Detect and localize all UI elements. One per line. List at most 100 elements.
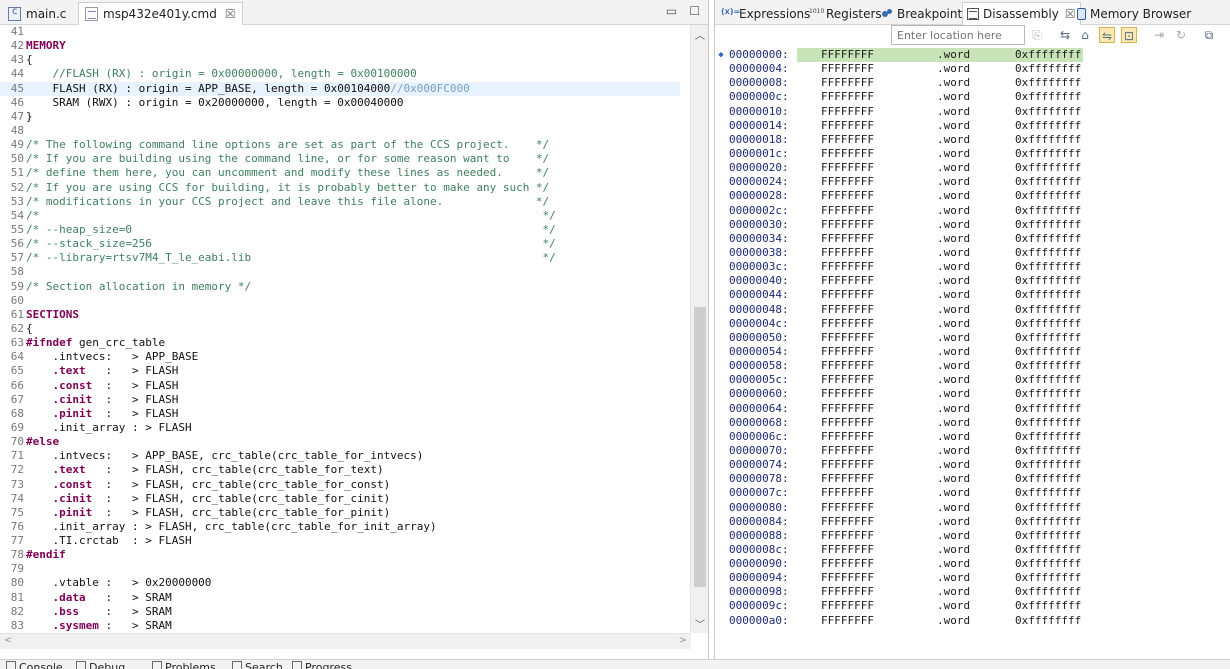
tab-memory-browser[interactable]: Memory Browser <box>1073 2 1195 25</box>
disassembly-row[interactable]: 0000004c: FFFFFFFF .word 0xffffffff <box>715 317 1215 331</box>
disassembly-row[interactable]: 00000044: FFFFFFFF .word 0xffffffff <box>715 288 1215 302</box>
location-input[interactable] <box>891 25 1025 45</box>
disassembly-listing[interactable]: ◆ 00000000: FFFFFFFF .word 0xffffffff 0000000… <box>715 48 1215 633</box>
code-line[interactable]: 52/* If you are using CCS for building, … <box>0 181 680 195</box>
disassembly-row[interactable]: 0000005c: FFFFFFFF .word 0xffffffff <box>715 373 1215 387</box>
code-line[interactable]: 80 .vtable : > 0x20000000 <box>0 576 680 590</box>
code-editor[interactable]: 41 42 MEMORY 43{44 //FLASH (RX) : origin = … <box>0 25 680 633</box>
disassembly-row[interactable]: 00000080: FFFFFFFF .word 0xffffffff <box>715 501 1215 515</box>
code-line[interactable]: 55/* --heap_size=0 */ <box>0 223 680 237</box>
disassembly-row[interactable]: 00000048: FFFFFFFF .word 0xffffffff <box>715 303 1215 317</box>
code-line[interactable]: 69 .init_array : > FLASH <box>0 421 680 435</box>
scroll-left-icon[interactable]: < <box>4 635 12 646</box>
code-line[interactable]: 74 .cinit : > FLASH, crc_table(crc_table… <box>0 492 680 506</box>
disassembly-row[interactable]: 00000014: FFFFFFFF .word 0xffffffff <box>715 119 1215 133</box>
go-icon[interactable]: ⎘ <box>1029 27 1045 43</box>
scroll-down-icon[interactable]: ﹀ <box>691 616 709 631</box>
code-line[interactable]: 77 .TI.crctab : > FLASH <box>0 534 680 548</box>
disassembly-row[interactable]: 00000058: FFFFFFFF .word 0xffffffff <box>715 359 1215 373</box>
tab-disassembly[interactable]: Disassembly ☒ <box>962 2 1081 25</box>
scroll-right-icon[interactable]: > <box>679 635 687 646</box>
tab-main-c[interactable]: main.c <box>2 2 72 25</box>
code-line[interactable]: 57/* --library=rtsv7M4_T_le_eabi.lib */ <box>0 251 680 265</box>
tab-console[interactable]: Console <box>6 661 63 669</box>
disassembly-row[interactable]: 00000040: FFFFFFFF .word 0xffffffff <box>715 274 1215 288</box>
tab-search[interactable]: Search <box>232 661 283 669</box>
disassembly-row[interactable]: 00000070: FFFFFFFF .word 0xffffffff <box>715 444 1215 458</box>
disassembly-row[interactable]: 00000038: FFFFFFFF .word 0xffffffff <box>715 246 1215 260</box>
code-line[interactable]: 42 MEMORY <box>0 39 680 53</box>
code-line[interactable]: 64 .intvecs: > APP_BASE <box>0 350 680 364</box>
code-line[interactable]: 67 .cinit : > FLASH <box>0 393 680 407</box>
code-line[interactable]: 46 SRAM (RWX) : origin = 0x20000000, len… <box>0 96 680 110</box>
code-line[interactable]: 50/* If you are building using the comma… <box>0 152 680 166</box>
code-line[interactable]: 61 SECTIONS <box>0 308 680 322</box>
code-line[interactable]: 44 //FLASH (RX) : origin = 0x00000000, l… <box>0 67 680 81</box>
tab-msp432e401y-cmd[interactable]: msp432e401y.cmd ☒ <box>78 2 243 25</box>
disassembly-row[interactable]: 00000004: FFFFFFFF .word 0xffffffff <box>715 62 1215 76</box>
disassembly-row[interactable]: 00000064: FFFFFFFF .word 0xffffffff <box>715 402 1215 416</box>
disassembly-row[interactable]: 000000a0: FFFFFFFF .word 0xffffffff <box>715 614 1215 628</box>
tab-registers[interactable]: Registers <box>806 2 886 25</box>
disassembly-row[interactable]: 00000074: FFFFFFFF .word 0xffffffff <box>715 458 1215 472</box>
disassembly-row[interactable]: 00000020: FFFFFFFF .word 0xffffffff <box>715 161 1215 175</box>
code-line[interactable]: 43{ <box>0 53 680 67</box>
code-line[interactable]: 70 #else <box>0 435 680 449</box>
disassembly-row[interactable]: 00000054: FFFFFFFF .word 0xffffffff <box>715 345 1215 359</box>
code-line[interactable]: 82 .bss : > SRAM <box>0 605 680 619</box>
code-line[interactable]: 51/* define them here, you can uncomment… <box>0 166 680 180</box>
code-line[interactable]: 79 <box>0 562 680 576</box>
disassembly-row[interactable]: 00000068: FFFFFFFF .word 0xffffffff <box>715 416 1215 430</box>
disassembly-row[interactable]: 0000008c: FFFFFFFF .word 0xffffffff <box>715 543 1215 557</box>
disassembly-row[interactable]: 00000034: FFFFFFFF .word 0xffffffff <box>715 232 1215 246</box>
code-line[interactable]: 60 <box>0 294 680 308</box>
disassembly-row[interactable]: 00000028: FFFFFFFF .word 0xffffffff <box>715 189 1215 203</box>
new-view-icon[interactable]: ⧉ <box>1201 27 1217 43</box>
code-line[interactable]: 45 FLASH (RX) : origin = APP_BASE, lengt… <box>0 81 680 96</box>
code-line[interactable]: 58 <box>0 265 680 279</box>
disassembly-row[interactable]: 0000001c: FFFFFFFF .word 0xffffffff <box>715 147 1215 161</box>
code-line[interactable]: 66 .const : > FLASH <box>0 379 680 393</box>
refresh-icon[interactable]: ↻ <box>1173 27 1189 43</box>
code-line[interactable]: 49/* The following command line options … <box>0 138 680 152</box>
disassembly-row[interactable]: 00000098: FFFFFFFF .word 0xffffffff <box>715 585 1215 599</box>
code-line[interactable]: 75 .pinit : > FLASH, crc_table(crc_table… <box>0 506 680 520</box>
code-line[interactable]: 47} <box>0 110 680 124</box>
code-line[interactable]: 56/* --stack_size=256 */ <box>0 237 680 251</box>
sync-icon[interactable]: ⇋ <box>1099 27 1115 43</box>
code-line[interactable]: 59/* Section allocation in memory */ <box>0 280 680 294</box>
code-line[interactable]: 68 .pinit : > FLASH <box>0 407 680 421</box>
link-with-editor-icon[interactable]: ⇆ <box>1057 27 1073 43</box>
disassembly-row[interactable]: 00000088: FFFFFFFF .word 0xffffffff <box>715 529 1215 543</box>
code-line[interactable]: 78 #endif <box>0 548 680 562</box>
disassembly-row[interactable]: 00000090: FFFFFFFF .word 0xffffffff <box>715 557 1215 571</box>
maximize-icon[interactable]: ☐ <box>689 4 700 18</box>
scrollbar-thumb[interactable] <box>694 307 706 587</box>
home-icon[interactable]: ⌂ <box>1077 27 1093 43</box>
code-line[interactable]: 81 .data : > SRAM <box>0 591 680 605</box>
tab-breakpoints[interactable]: Breakpoints <box>877 2 972 25</box>
minimize-icon[interactable]: ▭ <box>666 4 677 18</box>
disassembly-row[interactable]: ◆ 00000000: FFFFFFFF .word 0xffffffff <box>715 48 1215 62</box>
code-line[interactable]: 53/* modifications in your CCS project a… <box>0 195 680 209</box>
code-line[interactable]: 63 #ifndef gen_crc_table <box>0 336 680 350</box>
disassembly-row[interactable]: 00000084: FFFFFFFF .word 0xffffffff <box>715 515 1215 529</box>
disassembly-row[interactable]: 0000009c: FFFFFFFF .word 0xffffffff <box>715 599 1215 613</box>
disassembly-row[interactable]: 00000008: FFFFFFFF .word 0xffffffff <box>715 76 1215 90</box>
code-line[interactable]: 73 .const : > FLASH, crc_table(crc_table… <box>0 478 680 492</box>
code-line[interactable]: 72 .text : > FLASH, crc_table(crc_table_… <box>0 463 680 477</box>
code-line[interactable]: 71 .intvecs: > APP_BASE, crc_table(crc_t… <box>0 449 680 463</box>
close-icon[interactable]: ☒ <box>225 7 236 21</box>
tab-problems[interactable]: Problems <box>152 661 216 669</box>
disassembly-row[interactable]: 00000060: FFFFFFFF .word 0xffffffff <box>715 387 1215 401</box>
disassembly-row[interactable]: 0000003c: FFFFFFFF .word 0xffffffff <box>715 260 1215 274</box>
editor-horizontal-scrollbar[interactable]: < > <box>0 633 691 649</box>
tab-expressions[interactable]: Expressions <box>719 2 814 25</box>
disassembly-row[interactable]: 00000078: FFFFFFFF .word 0xffffffff <box>715 472 1215 486</box>
code-line[interactable]: 48 <box>0 124 680 138</box>
code-line[interactable]: 54/* */ <box>0 209 680 223</box>
disassembly-row[interactable]: 00000024: FFFFFFFF .word 0xffffffff <box>715 175 1215 189</box>
step-icon[interactable]: ⇥ <box>1151 27 1167 43</box>
tab-debug[interactable]: Debug <box>76 661 125 669</box>
code-line[interactable]: 65 .text : > FLASH <box>0 364 680 378</box>
